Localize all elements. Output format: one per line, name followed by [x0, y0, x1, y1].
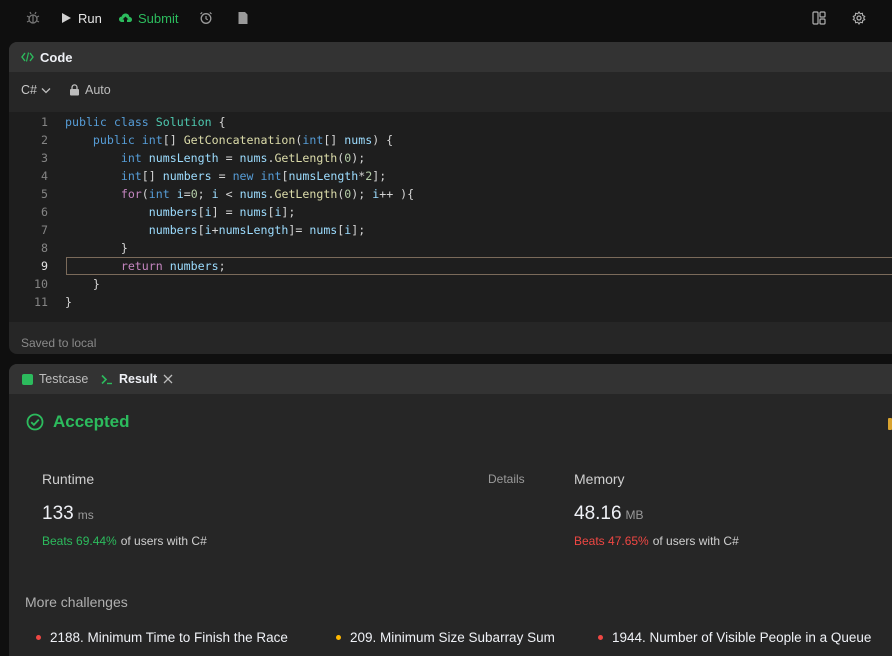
runtime-label: Runtime: [42, 471, 95, 487]
code-text: }: [65, 295, 72, 309]
code-text: numbers[i+numsLength]= nums[i];: [148, 223, 366, 237]
code-line: 1 public class Solution {: [9, 113, 892, 131]
more-challenges-title: More challenges: [25, 594, 128, 610]
code-text: numbers[i] = nums[i];: [148, 205, 296, 219]
memory-beats-percent: Beats 47.65%: [574, 534, 649, 548]
difficulty-dot-icon: [598, 635, 603, 640]
line-number: 9: [41, 259, 48, 273]
code-text: int[] numbers = new int[numsLength*2];: [120, 169, 387, 183]
memory-beats: Beats 47.65% of users with C#: [574, 534, 739, 548]
line-number: 4: [41, 169, 48, 183]
code-line: 3 int numsLength = nums.GetLength(0);: [9, 149, 892, 167]
challenge-link[interactable]: 1944. Number of Visible People in a Queu…: [598, 630, 871, 645]
code-line: 7 numbers[i+numsLength]= nums[i];: [9, 221, 892, 239]
run-label: Run: [78, 10, 102, 26]
result-panel: Testcase Result Accepted Runtime Details…: [9, 364, 892, 656]
chevron-down-icon: [41, 87, 51, 93]
play-icon: [62, 13, 71, 23]
runtime-beats: Beats 69.44% of users with C#: [42, 534, 207, 548]
language-select[interactable]: C#: [21, 83, 51, 97]
debug-bug-icon[interactable]: [26, 0, 40, 36]
runtime-unit: ms: [77, 508, 94, 522]
memory-unit: MB: [625, 508, 644, 522]
runtime-value-group: 133 ms: [42, 503, 94, 525]
close-icon[interactable]: [163, 374, 173, 384]
code-line: 9 return numbers;: [9, 257, 892, 275]
language-label: C#: [21, 83, 37, 97]
alarm-clock-icon[interactable]: [199, 0, 213, 36]
verdict: Accepted: [26, 412, 130, 432]
language-bar: C# Auto: [9, 72, 892, 108]
challenge-title: 1944. Number of Visible People in a Queu…: [612, 630, 872, 645]
tab-testcase[interactable]: Testcase: [22, 364, 88, 394]
line-number: 8: [41, 241, 48, 255]
code-panel-title: Code: [40, 49, 73, 65]
code-line: 4 int[] numbers = new int[numsLength*2];: [9, 167, 892, 185]
code-line: 5 for(int i=0; i < nums.GetLength(0); i+…: [9, 185, 892, 203]
code-line: 11}: [9, 293, 892, 311]
auto-mode-label: Auto: [84, 83, 111, 97]
line-number: 6: [41, 205, 48, 219]
note-edge-icon[interactable]: [888, 418, 892, 430]
terminal-icon: [101, 374, 112, 384]
memory-value: 48.16: [574, 503, 622, 524]
line-number: 1: [41, 115, 48, 129]
check-circle-icon: [26, 413, 44, 431]
code-text: public class Solution {: [65, 115, 226, 129]
code-line: 6 numbers[i] = nums[i];: [9, 203, 892, 221]
tab-result-label: Result: [119, 372, 158, 386]
memory-beats-suffix: of users with C#: [652, 534, 739, 548]
submit-button[interactable]: Submit: [118, 0, 178, 36]
code-text: }: [65, 277, 100, 291]
testcase-checkbox-icon: [22, 373, 33, 385]
code-brackets-icon: [21, 51, 34, 63]
code-text: public int[] GetConcatenation(int[] nums…: [92, 133, 394, 147]
submit-label: Submit: [138, 10, 179, 26]
line-number: 5: [41, 187, 48, 201]
code-panel-header: Code: [9, 42, 892, 72]
memory-value-group: 48.16 MB: [574, 503, 644, 525]
runtime-beats-suffix: of users with C#: [120, 534, 207, 548]
challenge-link[interactable]: 2188. Minimum Time to Finish the Race: [36, 630, 288, 645]
notes-icon[interactable]: [237, 0, 249, 36]
auto-mode[interactable]: Auto: [69, 83, 111, 97]
code-line: 2 public int[] GetConcatenation(int[] nu…: [9, 131, 892, 149]
code-text: int numsLength = nums.GetLength(0);: [120, 151, 366, 165]
layout-icon[interactable]: [812, 0, 826, 36]
gear-icon[interactable]: [852, 0, 866, 36]
code-text: for(int i=0; i < nums.GetLength(0); i++ …: [120, 187, 415, 201]
line-number: 10: [34, 277, 48, 291]
memory-label: Memory: [574, 471, 625, 487]
code-line: 8 }: [9, 239, 892, 257]
code-line: 10 }: [9, 275, 892, 293]
line-number: 3: [41, 151, 48, 165]
line-number: 11: [34, 295, 48, 309]
code-text: }: [65, 241, 128, 255]
verdict-label: Accepted: [53, 412, 130, 431]
challenge-title: 2188. Minimum Time to Finish the Race: [50, 630, 288, 645]
result-panel-header: Testcase Result: [9, 364, 892, 394]
details-link[interactable]: Details: [488, 472, 525, 486]
lock-icon: [69, 84, 79, 96]
line-number: 2: [41, 133, 48, 147]
save-status: Saved to local: [21, 336, 97, 350]
line-number: 7: [41, 223, 48, 237]
code-editor[interactable]: 1 public class Solution { 2 public int[] …: [9, 112, 892, 322]
tab-result[interactable]: Result: [101, 364, 173, 394]
difficulty-dot-icon: [36, 635, 41, 640]
runtime-beats-percent: Beats 69.44%: [42, 534, 117, 548]
tab-testcase-label: Testcase: [39, 372, 89, 386]
challenge-title: 209. Minimum Size Subarray Sum: [350, 630, 555, 645]
code-panel: Code C# Auto 1 public class Solution { 2 …: [9, 42, 892, 354]
run-button[interactable]: Run: [60, 0, 102, 36]
top-toolbar: Run Submit: [0, 0, 892, 36]
challenge-link[interactable]: 209. Minimum Size Subarray Sum: [336, 630, 555, 645]
difficulty-dot-icon: [336, 635, 341, 640]
cloud-upload-icon: [119, 13, 132, 22]
code-text: return numbers;: [120, 259, 226, 273]
runtime-value: 133: [42, 503, 74, 524]
